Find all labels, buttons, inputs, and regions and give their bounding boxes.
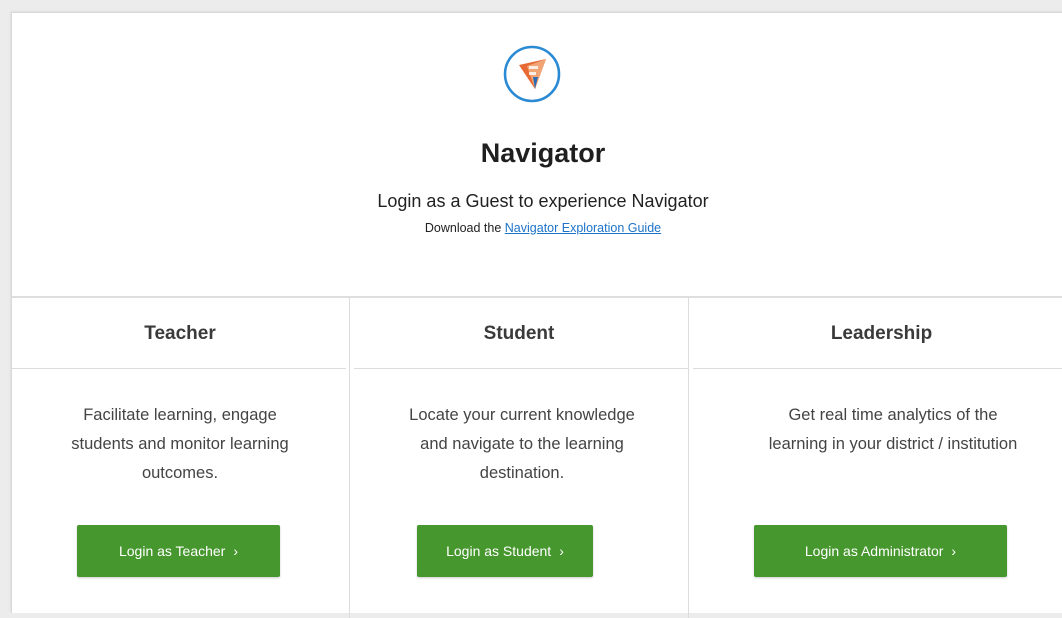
role-column-teacher: Teacher Facilitate learning, engage stud… [12, 298, 348, 618]
role-title-divider [693, 368, 1062, 369]
role-title-divider [12, 368, 346, 369]
chevron-right-icon: › [233, 543, 239, 559]
button-label: Login as Teacher [118, 543, 226, 559]
header-section: Navigator Login as a Guest to experience… [12, 13, 1062, 296]
exploration-guide-link[interactable]: Navigator Exploration Guide [505, 221, 661, 235]
chevron-right-icon: › [559, 543, 564, 559]
role-title: Teacher [144, 323, 216, 344]
page-title: Navigator [480, 138, 606, 168]
button-label: Login as Student [446, 543, 552, 559]
role-title-divider [354, 368, 688, 369]
role-description: Facilitate learning, engage students and… [71, 406, 289, 482]
role-title: Student [483, 323, 555, 344]
login-as-student-button[interactable]: Login as Student › [417, 525, 593, 577]
download-prefix: Download the [424, 221, 505, 235]
role-description: Get real time analytics of the learning … [768, 406, 1018, 453]
role-title: Leadership [830, 323, 933, 344]
role-column-student: Student Locate your current knowledge an… [350, 298, 688, 618]
button-label: Login as Administrator [804, 543, 944, 559]
login-card: Navigator Login as a Guest to experience… [11, 12, 1062, 618]
role-column-leadership: Leadership Get real time analytics of th… [689, 298, 1062, 618]
download-guide-text: Download the Navigator Exploration Guide [12, 221, 1062, 235]
chevron-right-icon: › [951, 543, 957, 559]
login-as-teacher-button[interactable]: Login as Teacher › [77, 525, 280, 577]
role-description: Locate your current knowledge and naviga… [409, 406, 635, 482]
navigator-logo-icon [503, 45, 561, 103]
guest-login-subtitle: Login as a Guest to experience Navigator [377, 191, 709, 211]
login-as-administrator-button[interactable]: Login as Administrator › [754, 525, 1007, 577]
